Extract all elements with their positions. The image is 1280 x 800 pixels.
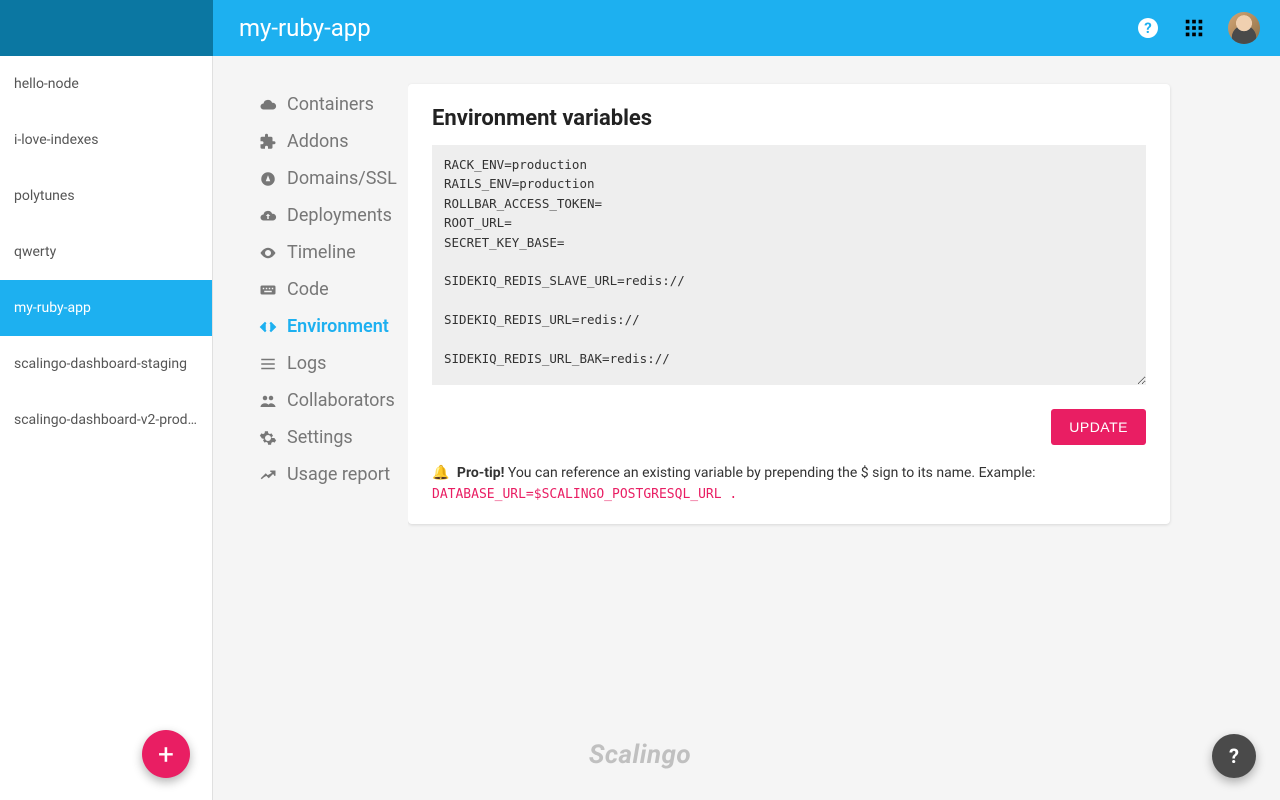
people-icon (259, 392, 277, 410)
compass-icon (259, 170, 277, 188)
brand-footer: Scalingo (589, 740, 691, 770)
help-icon[interactable]: ? (1136, 16, 1160, 40)
subnav-settings[interactable]: Settings (253, 419, 408, 456)
header-corner (0, 0, 213, 56)
protip-code: DATABASE_URL=$SCALINGO_POSTGRESQL_URL . (432, 487, 1146, 502)
add-app-button[interactable]: + (142, 730, 190, 778)
subnav-label: Settings (287, 427, 353, 448)
update-button[interactable]: UPDATE (1051, 409, 1146, 445)
subnav-label: Collaborators (287, 390, 395, 411)
app-item[interactable]: scalingo-dashboard-staging (0, 336, 212, 392)
subnav-usage-report[interactable]: Usage report (253, 456, 408, 493)
app-item[interactable]: polytunes (0, 168, 212, 224)
svg-text:?: ? (1144, 19, 1151, 37)
protip-label: Pro-tip! (457, 465, 504, 481)
subnav-containers[interactable]: Containers (253, 86, 408, 123)
bell-icon: 🔔 (432, 465, 449, 481)
header-bar: my-ruby-app ? (0, 0, 1280, 56)
gear-icon (259, 429, 277, 447)
list-icon (259, 355, 277, 373)
cloud-icon (259, 96, 277, 114)
section-nav: Containers Addons Domains/SSL Deployment… (213, 56, 408, 800)
subnav-label: Environment (287, 316, 389, 337)
app-item[interactable]: qwerty (0, 224, 212, 280)
env-variables-input[interactable] (432, 145, 1146, 385)
subnav-logs[interactable]: Logs (253, 345, 408, 382)
subnav-timeline[interactable]: Timeline (253, 234, 408, 271)
subnav-label: Logs (287, 353, 326, 374)
eye-icon (259, 244, 277, 262)
subnav-label: Addons (287, 131, 349, 152)
app-item[interactable]: hello-node (0, 56, 212, 112)
cloud-upload-icon (259, 207, 277, 225)
subnav-label: Deployments (287, 205, 392, 226)
protip: 🔔 Pro-tip! You can reference an existing… (432, 465, 1146, 502)
subnav-label: Timeline (287, 242, 356, 263)
chart-icon (259, 466, 277, 484)
env-card: Environment variables UPDATE 🔔 Pro-tip! … (408, 84, 1170, 524)
app-item[interactable]: i-love-indexes (0, 112, 212, 168)
subnav-label: Domains/SSL (287, 168, 397, 189)
subnav-environment[interactable]: Environment (253, 308, 408, 345)
puzzle-icon (259, 133, 277, 151)
subnav-code[interactable]: Code (253, 271, 408, 308)
main-content: Environment variables UPDATE 🔔 Pro-tip! … (408, 56, 1280, 800)
code-brackets-icon (259, 318, 277, 336)
subnav-domains[interactable]: Domains/SSL (253, 160, 408, 197)
subnav-label: Code (287, 279, 329, 300)
app-item[interactable]: scalingo-dashboard-v2-produ… (0, 392, 212, 448)
subnav-addons[interactable]: Addons (253, 123, 408, 160)
apps-grid-icon[interactable] (1182, 16, 1206, 40)
header-content: my-ruby-app ? (213, 0, 1280, 56)
subnav-label: Usage report (287, 464, 390, 485)
header-actions: ? (1136, 12, 1260, 44)
app-title: my-ruby-app (239, 14, 1136, 42)
update-row: UPDATE (432, 409, 1146, 445)
keyboard-icon (259, 281, 277, 299)
card-title: Environment variables (432, 106, 1146, 131)
subnav-deployments[interactable]: Deployments (253, 197, 408, 234)
support-chat-button[interactable]: ? (1212, 734, 1256, 778)
app-list-sidebar: hello-node i-love-indexes polytunes qwer… (0, 56, 213, 800)
subnav-label: Containers (287, 94, 374, 115)
subnav-collaborators[interactable]: Collaborators (253, 382, 408, 419)
protip-text: You can reference an existing variable b… (504, 465, 1035, 481)
app-item[interactable]: my-ruby-app (0, 280, 212, 336)
avatar[interactable] (1228, 12, 1260, 44)
